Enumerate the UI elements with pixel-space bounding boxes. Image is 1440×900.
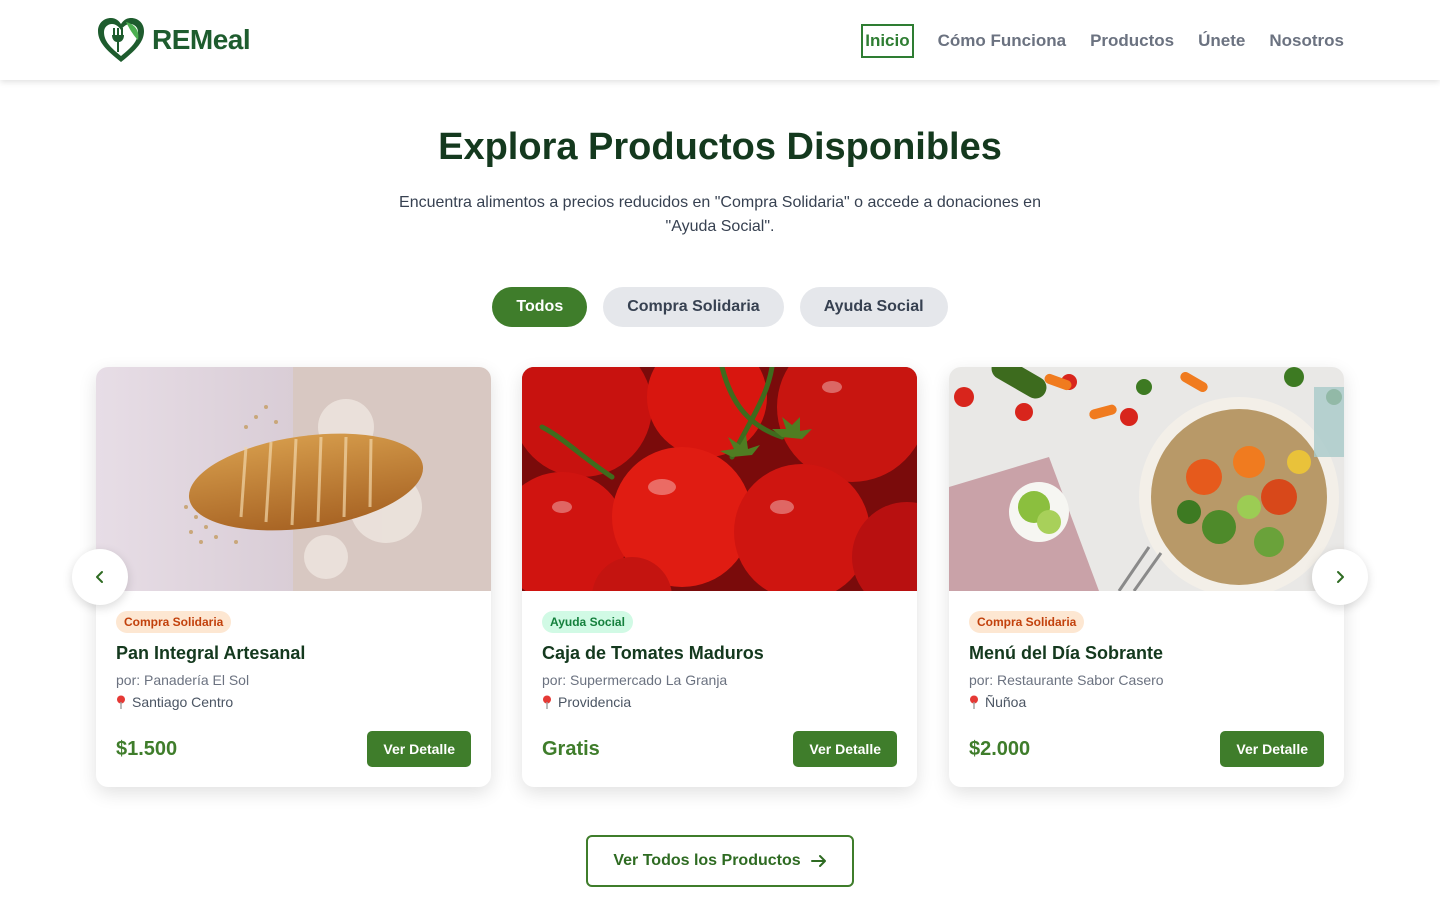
- nav-item-nosotros[interactable]: Nosotros: [1269, 26, 1344, 56]
- carousel-next-button[interactable]: [1312, 549, 1368, 605]
- location-pin-icon: [970, 695, 978, 709]
- product-badge: Ayuda Social: [542, 611, 633, 633]
- product-card[interactable]: Compra Solidaria Menú del Día Sobrante p…: [949, 367, 1344, 787]
- product-location-text: Santiago Centro: [132, 694, 234, 710]
- product-image-tomatoes: [522, 367, 917, 591]
- product-title: Menú del Día Sobrante: [969, 643, 1164, 663]
- product-card[interactable]: Compra Solidaria Pan Integral Artesanal …: [96, 367, 491, 787]
- product-location-text: Ñuñoa: [985, 694, 1027, 710]
- product-card[interactable]: Ayuda Social Caja de Tomates Maduros por…: [522, 367, 917, 787]
- product-title: Pan Integral Artesanal: [116, 643, 306, 663]
- product-price: $1.500: [116, 738, 178, 760]
- brand-logo[interactable]: REMeal: [96, 16, 251, 64]
- brand-name: REMeal: [152, 24, 251, 55]
- ver-detalle-button[interactable]: Ver Detalle: [793, 731, 897, 767]
- location-pin-icon: [117, 695, 125, 709]
- product-location-text: Providencia: [558, 694, 632, 710]
- product-badge: Compra Solidaria: [969, 611, 1085, 633]
- product-card-body: Compra Solidaria Menú del Día Sobrante p…: [969, 611, 1324, 710]
- product-location: Santiago Centro: [116, 694, 471, 710]
- view-all-products-label: Ver Todos los Productos: [613, 852, 801, 869]
- product-image-vegetable-bowl: [949, 367, 1344, 591]
- view-all-products-button[interactable]: Ver Todos los Productos: [586, 835, 854, 887]
- carousel-prev-button[interactable]: [72, 549, 128, 605]
- product-price: Gratis: [542, 738, 600, 760]
- product-image-bread: [96, 367, 491, 591]
- filter-tabs: Todos Compra Solidaria Ayuda Social: [0, 287, 1440, 327]
- product-title: Caja de Tomates Maduros: [542, 643, 764, 663]
- nav-item-inicio[interactable]: Inicio: [861, 24, 914, 58]
- product-vendor: por: Restaurante Sabor Casero: [969, 672, 1164, 688]
- ver-detalle-button[interactable]: Ver Detalle: [367, 731, 471, 767]
- product-location: Ñuñoa: [969, 694, 1324, 710]
- page-subtitle: Encuentra alimentos a precios reducidos …: [399, 194, 1041, 235]
- product-card-body: Compra Solidaria Pan Integral Artesanal …: [116, 611, 471, 710]
- product-card-body: Ayuda Social Caja de Tomates Maduros por…: [542, 611, 897, 710]
- main-nav: Inicio Cómo Funciona Productos Únete Nos…: [861, 24, 1344, 58]
- product-badge: Compra Solidaria: [116, 611, 232, 633]
- filter-compra-solidaria[interactable]: Compra Solidaria: [603, 287, 784, 327]
- nav-item-productos[interactable]: Productos: [1090, 26, 1174, 56]
- nav-item-unete[interactable]: Únete: [1198, 26, 1245, 56]
- arrow-right-icon: [810, 855, 826, 867]
- filter-todos[interactable]: Todos: [492, 287, 588, 327]
- site-header: REMeal Inicio Cómo Funciona Productos Ún…: [0, 0, 1440, 80]
- chevron-right-icon: [1337, 571, 1344, 583]
- filter-ayuda-social[interactable]: Ayuda Social: [799, 287, 948, 327]
- ver-detalle-button[interactable]: Ver Detalle: [1220, 731, 1324, 767]
- product-price: $2.000: [969, 738, 1031, 760]
- product-vendor: por: Panadería El Sol: [116, 672, 250, 688]
- nav-item-como-funciona[interactable]: Cómo Funciona: [938, 26, 1066, 56]
- page-title: Explora Productos Disponibles: [438, 126, 1002, 168]
- chevron-left-icon: [96, 571, 103, 583]
- product-vendor: por: Supermercado La Granja: [542, 672, 728, 688]
- product-location: Providencia: [542, 694, 897, 710]
- location-pin-icon: [543, 695, 551, 709]
- heart-fork-logo-icon: [98, 18, 144, 62]
